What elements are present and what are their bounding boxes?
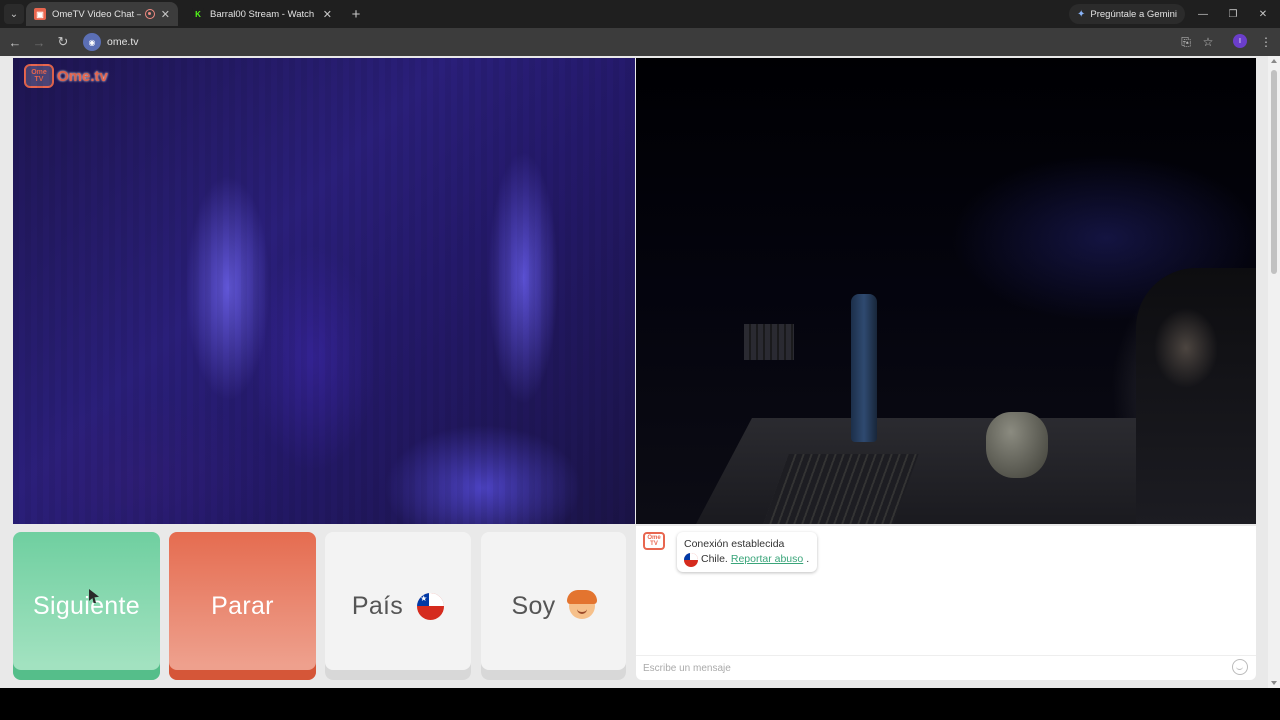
back-arrow-icon[interactable]: ← — [5, 32, 25, 52]
partner-country: Chile. — [701, 553, 728, 565]
scrollbar-thumb[interactable] — [1271, 70, 1277, 274]
scroll-down-arrow-icon[interactable] — [1271, 681, 1277, 685]
close-window-button[interactable]: ✕ — [1248, 4, 1278, 24]
mate-gourd-shape — [986, 412, 1048, 478]
ometv-logo[interactable]: Ome TV Ome.tv — [24, 64, 108, 88]
emoji-picker-icon[interactable] — [1232, 659, 1248, 675]
country-button[interactable]: País ★ — [325, 532, 471, 680]
keyboard-shape — [744, 324, 794, 360]
chile-flag-icon: ★ — [417, 592, 445, 620]
logo-text: Ome.tv — [57, 67, 108, 85]
tab-search-button[interactable]: ⌄ — [4, 4, 24, 24]
new-tab-button[interactable]: + — [346, 4, 366, 24]
site-info-icon[interactable]: ◉ — [83, 33, 101, 51]
restore-button[interactable]: ❐ — [1218, 4, 1248, 24]
gender-label: Soy — [511, 591, 556, 620]
audio-mixer-shape — [763, 454, 919, 524]
minimize-button[interactable]: — — [1188, 4, 1218, 24]
next-button[interactable]: Siguiente — [13, 532, 160, 680]
tab-close-icon[interactable]: ✕ — [323, 8, 332, 21]
ometv-page: Ome TV Ome.tv Siguiente Parar País ★ Soy… — [0, 56, 1280, 688]
forward-arrow-icon[interactable]: → — [29, 32, 49, 52]
message-input[interactable]: Escribe un mensaje — [636, 655, 1256, 680]
thermos-shape — [851, 294, 877, 442]
report-abuse-link[interactable]: Reportar abuso — [731, 552, 803, 567]
report-suffix: . — [806, 553, 810, 565]
browser-toolbar: ← → ↻ ◉ ome.tv ⎘ ☆ ⋮ — [0, 28, 1280, 56]
system-message: Conexión establecida Chile. Reportar abu… — [677, 532, 818, 572]
stop-label: Parar — [211, 591, 274, 620]
gemini-label: Pregúntale a Gemini — [1090, 8, 1177, 20]
person-shape — [1136, 268, 1256, 524]
gender-button[interactable]: Soy — [481, 532, 626, 680]
url-text[interactable]: ome.tv — [107, 36, 139, 48]
tab-close-icon[interactable]: ✕ — [161, 8, 170, 21]
tab-title: Barral00 Stream - Watch Live o — [210, 8, 317, 20]
gemini-spark-icon: ✦ — [1077, 8, 1086, 20]
boy-emoji-icon — [567, 590, 598, 619]
tab-strip: ⌄ ▣ OmeTV Video Chat — Ome ✕ K Barral00 … — [0, 0, 1280, 28]
reload-icon[interactable]: ↻ — [53, 32, 73, 52]
tab-ometv[interactable]: ▣ OmeTV Video Chat — Ome ✕ — [26, 2, 178, 26]
kick-favicon-icon: K — [192, 8, 204, 20]
ometv-chat-logo-icon: Ome TV — [643, 532, 665, 550]
tab-title: OmeTV Video Chat — Ome — [52, 8, 141, 20]
stop-button[interactable]: Parar — [169, 532, 316, 680]
recording-icon — [144, 9, 155, 19]
ometv-favicon-icon: ▣ — [34, 8, 46, 20]
bookmark-star-icon[interactable]: ☆ — [1198, 32, 1218, 52]
install-app-icon[interactable]: ⎘ — [1176, 32, 1196, 52]
chile-flag-icon — [684, 552, 698, 567]
local-webcam-video — [636, 58, 1256, 524]
chat-panel: Ome TV Conexión establecida Chile. Repor… — [636, 526, 1256, 680]
tv-logo-icon: Ome TV — [24, 64, 54, 88]
connection-status: Conexión establecida — [684, 538, 785, 550]
remote-video: Ome TV Ome.tv — [13, 58, 635, 524]
tab-barral-stream[interactable]: K Barral00 Stream - Watch Live o ✕ — [184, 2, 340, 26]
gemini-button[interactable]: ✦ Pregúntale a Gemini — [1069, 4, 1185, 24]
profile-avatar[interactable]: I — [1233, 34, 1247, 48]
country-label: País — [351, 591, 404, 620]
page-scrollbar[interactable] — [1268, 56, 1280, 688]
address-bar[interactable]: ◉ ome.tv — [80, 31, 1220, 53]
menu-kebab-icon[interactable]: ⋮ — [1256, 32, 1276, 52]
next-label: Siguiente — [33, 591, 140, 620]
scroll-up-arrow-icon[interactable] — [1271, 59, 1277, 63]
